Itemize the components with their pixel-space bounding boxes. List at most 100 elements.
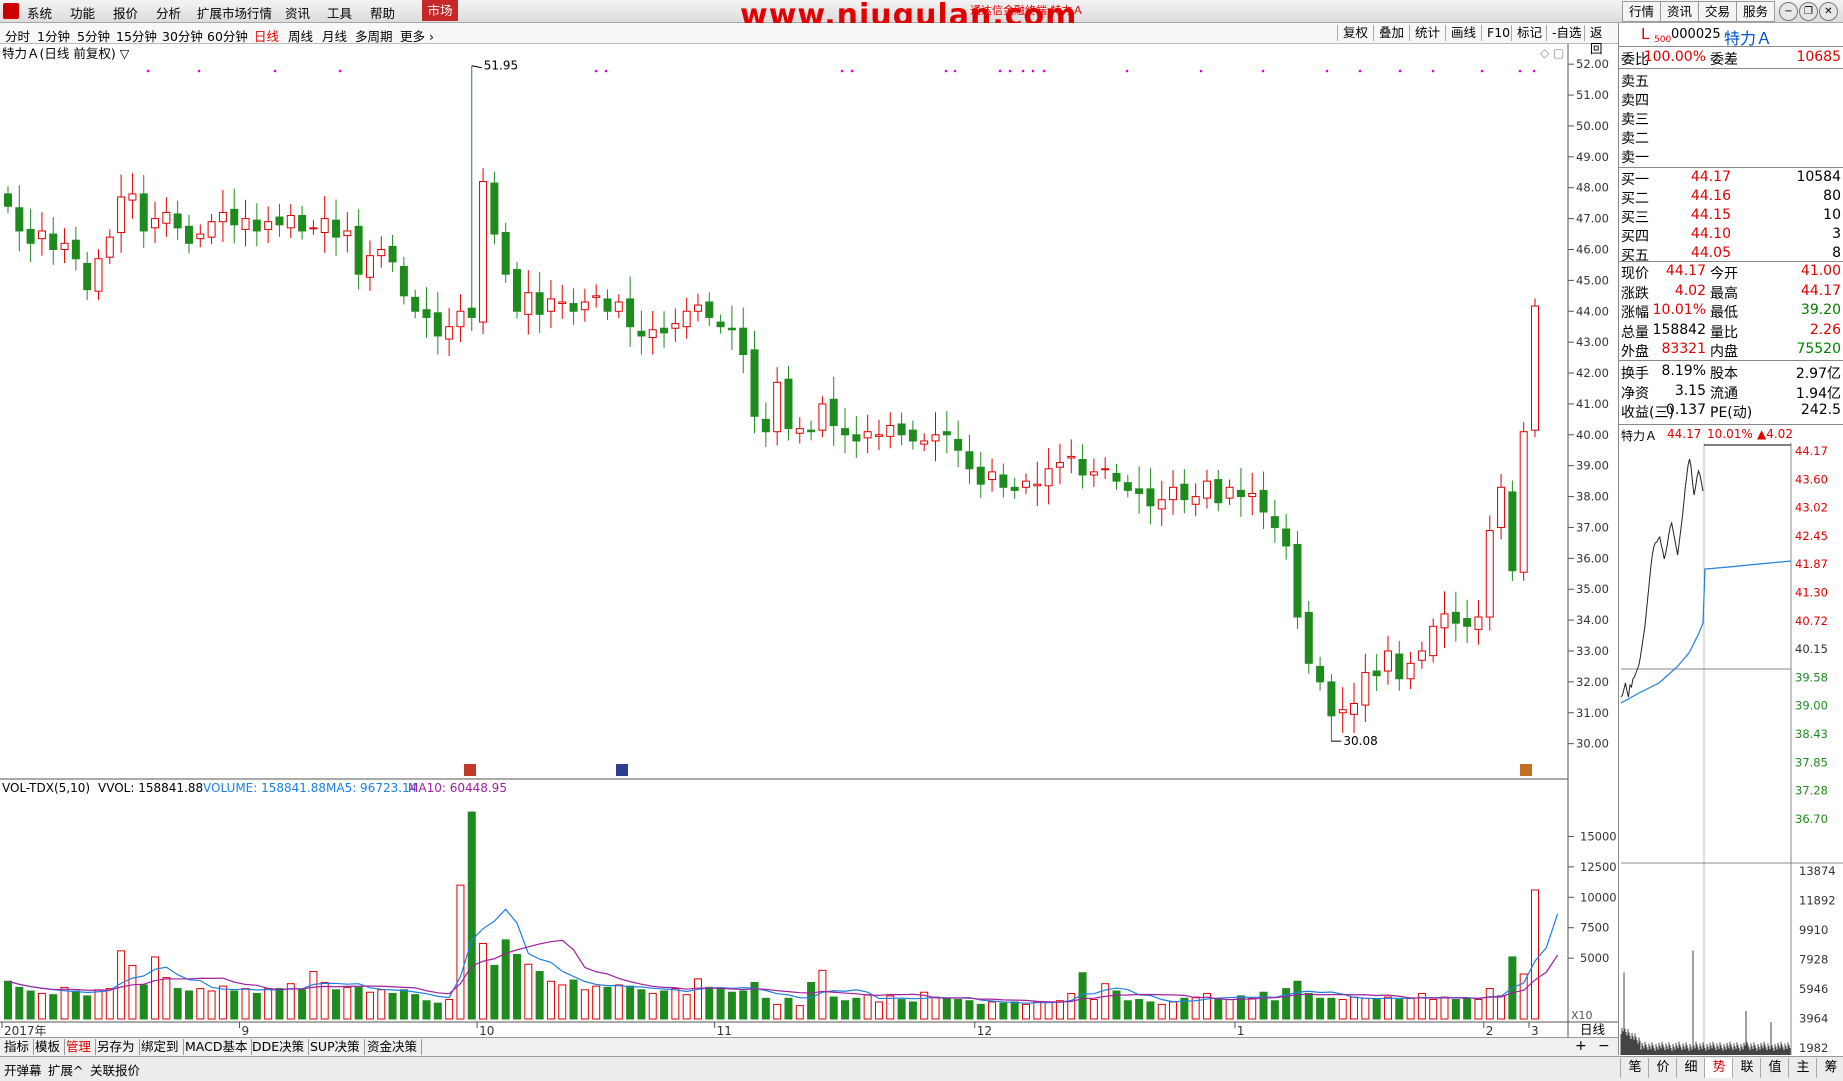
- candle-body: [94, 258, 103, 292]
- kline-chart[interactable]: 30.00 31.00 32.00 33.00 34.00 35.00 36.00 37.00…: [0, 44, 1618, 1037]
- tab-manage[interactable]: 管理: [62, 1039, 97, 1055]
- price-tick-label: 52.00: [1576, 57, 1609, 71]
- menu-function[interactable]: 功能: [70, 3, 95, 22]
- candle-body: [535, 292, 544, 315]
- period-tab-30min[interactable]: 30分钟: [162, 26, 203, 45]
- period-tab-multi[interactable]: 多周期: [355, 26, 393, 45]
- close-icon[interactable]: ✕: [1819, 2, 1838, 21]
- right-panel-tab-7[interactable]: 筹: [1816, 1058, 1843, 1078]
- volume-bar: [739, 990, 748, 1020]
- linked-quote-toggle[interactable]: 关联报价: [90, 1060, 140, 1079]
- period-tab-monthly[interactable]: 月线: [322, 26, 347, 45]
- candle-body: [479, 181, 488, 323]
- vol-indicator-name[interactable]: VOL-TDX(5,10): [2, 781, 90, 795]
- candle-body: [1383, 650, 1392, 672]
- volume-bar: [784, 997, 793, 1020]
- volume-bar: [196, 988, 205, 1020]
- right-panel-tab-2[interactable]: 细: [1676, 1058, 1705, 1078]
- candle-body: [433, 312, 442, 337]
- volume-bar: [942, 997, 951, 1020]
- candle-body: [942, 431, 951, 436]
- mini-intraday-chart[interactable]: 44.17 43.60 43.02 42.45 41.87 41.30 40.72 40.15…: [1619, 443, 1843, 1055]
- mini-vol-tick: 11892: [1799, 894, 1836, 908]
- tool-statistics[interactable]: 统计: [1409, 25, 1445, 41]
- volume-bar: [207, 990, 216, 1020]
- candle-body: [908, 429, 917, 442]
- tool-mark[interactable]: 标记: [1511, 25, 1547, 41]
- stock-name: 特力Ａ: [1724, 29, 1773, 48]
- restore-icon[interactable]: ❐: [1799, 2, 1818, 21]
- menu-help[interactable]: 帮助: [370, 3, 395, 22]
- tool-f10[interactable]: F10: [1481, 25, 1515, 41]
- candle-body: [1395, 653, 1404, 680]
- candle-body: [1055, 462, 1064, 468]
- event-dot: [1480, 69, 1484, 73]
- tool-restore-rights[interactable]: 复权: [1337, 25, 1373, 41]
- tab-dde[interactable]: DDE决策: [248, 1039, 310, 1055]
- menu-system[interactable]: 系统: [27, 3, 52, 22]
- right-panel-tab-1[interactable]: 价: [1648, 1058, 1677, 1078]
- period-tab-5min[interactable]: 5分钟: [77, 26, 110, 45]
- tab-bind-to[interactable]: 绑定到: [137, 1039, 184, 1055]
- tab-sup[interactable]: SUP决策: [306, 1039, 365, 1055]
- menu-news[interactable]: 资讯: [285, 3, 310, 22]
- right-panel-tab-0[interactable]: 笔: [1620, 1058, 1649, 1078]
- mini-price-tick: 39.58: [1795, 670, 1828, 684]
- finance-value: 3.15: [1674, 382, 1706, 399]
- right-panel-tab-4[interactable]: 联: [1732, 1058, 1761, 1078]
- volume-bar: [1316, 997, 1325, 1020]
- chart-diamond-icon[interactable]: ◇ ▢: [1540, 46, 1564, 60]
- tab-macd[interactable]: MACD基本: [181, 1039, 253, 1055]
- period-tab-intraday[interactable]: 分时: [5, 26, 30, 45]
- zoom-in-icon[interactable]: +: [1575, 1038, 1587, 1054]
- zoom-out-icon[interactable]: −: [1598, 1038, 1610, 1054]
- panel-divider: [1619, 261, 1843, 262]
- period-tab-60min[interactable]: 60分钟: [207, 26, 248, 45]
- period-tab-1min[interactable]: 1分钟: [37, 26, 70, 45]
- volume-bar: [151, 956, 160, 1020]
- candle-body: [1033, 483, 1042, 487]
- top-button-quote[interactable]: 行情: [1622, 1, 1662, 22]
- volume-bar: [1033, 1001, 1042, 1020]
- volume-bar: [184, 990, 193, 1020]
- danmaku-toggle[interactable]: 开弹幕: [4, 1060, 42, 1079]
- tab-capital[interactable]: 资金决策: [363, 1039, 423, 1055]
- top-button-service[interactable]: 服务: [1736, 1, 1776, 22]
- right-panel-tab-3[interactable]: 势: [1704, 1058, 1733, 1078]
- period-tab-daily[interactable]: 日线: [254, 26, 279, 45]
- volume-bar: [660, 990, 669, 1020]
- event-dot: [594, 69, 598, 73]
- tab-template[interactable]: 模板: [31, 1039, 66, 1055]
- tool-back[interactable]: 返回: [1584, 25, 1618, 56]
- candle-body: [196, 233, 205, 240]
- volume-bar: [671, 988, 680, 1020]
- menu-analysis[interactable]: 分析: [156, 3, 181, 22]
- extend-toggle[interactable]: 扩展^: [48, 1060, 83, 1079]
- top-button-news[interactable]: 资讯: [1660, 1, 1700, 22]
- period-tab-more[interactable]: 更多 ›: [400, 26, 434, 45]
- menu-extended-market[interactable]: 扩展市场行情: [197, 3, 272, 22]
- tool-self-select[interactable]: -自选: [1546, 25, 1587, 41]
- top-button-trade[interactable]: 交易: [1698, 1, 1738, 22]
- quote-label: 涨跌: [1621, 285, 1649, 302]
- right-panel-tab-6[interactable]: 主: [1788, 1058, 1817, 1078]
- market-button[interactable]: 市场: [422, 0, 458, 21]
- period-tab-weekly[interactable]: 周线: [288, 26, 313, 45]
- right-panel-tab-5[interactable]: 值: [1760, 1058, 1789, 1078]
- tool-draw-line[interactable]: 画线: [1445, 25, 1481, 41]
- candle-body: [1474, 616, 1483, 630]
- volume-bar: [1067, 992, 1076, 1020]
- minimize-icon[interactable]: −: [1779, 2, 1798, 21]
- menu-quote[interactable]: 报价: [113, 3, 138, 22]
- x-tick-label: 11: [717, 1024, 732, 1037]
- tab-indicator[interactable]: 指标: [0, 1039, 35, 1055]
- volume-bar: [513, 953, 521, 1020]
- tab-save-as[interactable]: 另存为: [93, 1039, 140, 1055]
- candle-body: [60, 242, 69, 250]
- period-tab-15min[interactable]: 15分钟: [116, 26, 157, 45]
- buy-volume: 80: [1823, 188, 1841, 204]
- tool-overlay[interactable]: 叠加: [1373, 25, 1409, 41]
- volume-bar: [1123, 1000, 1132, 1020]
- event-dot: [840, 69, 844, 73]
- menu-tools[interactable]: 工具: [327, 3, 352, 22]
